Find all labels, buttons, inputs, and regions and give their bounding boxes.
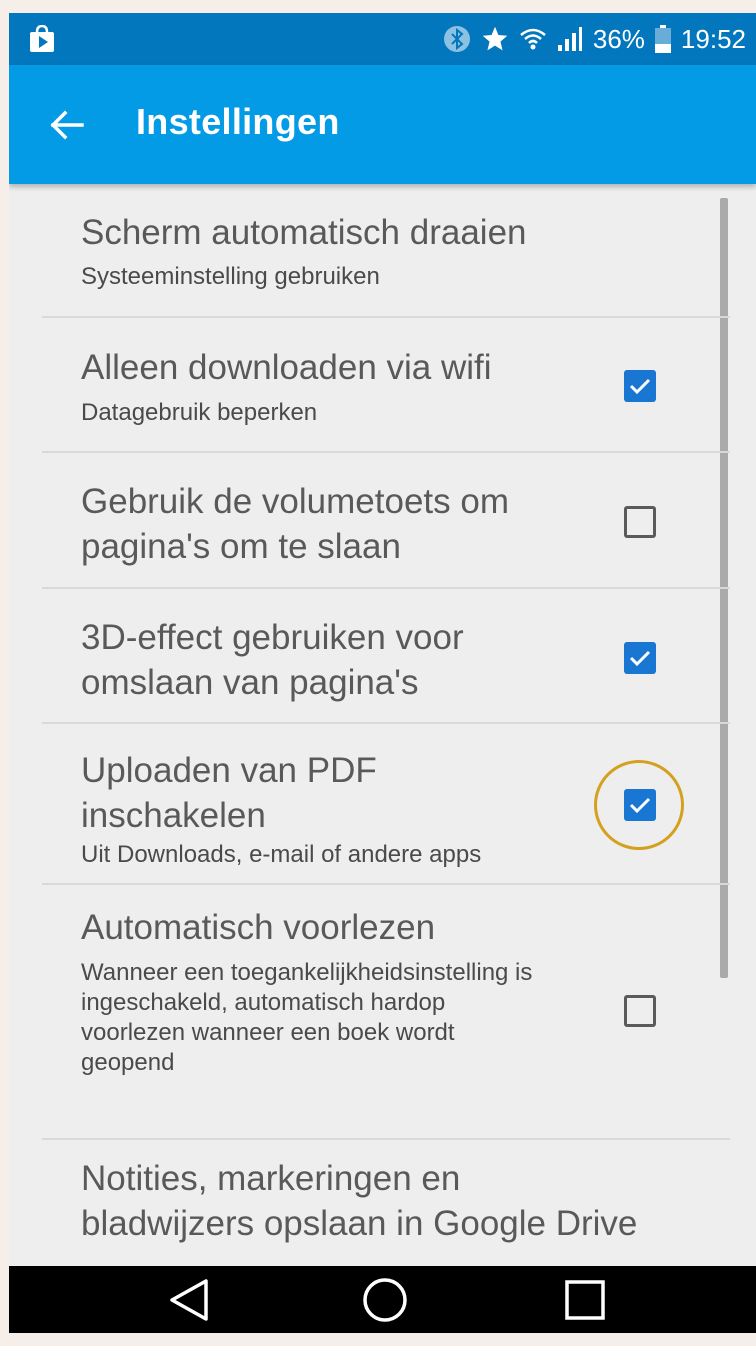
checkmark-icon xyxy=(629,378,651,395)
setting-title: Automatisch voorlezen xyxy=(81,908,436,947)
app-bar: Instellingen xyxy=(9,65,756,184)
setting-3d-effect[interactable]: 3D-effect gebruiken voor omslaan van pag… xyxy=(42,589,730,724)
setting-title: Alleen downloaden via wifi xyxy=(81,348,492,387)
battery-icon xyxy=(654,25,671,53)
status-bar: 36% 19:52 xyxy=(9,13,756,65)
setting-download-wifi[interactable]: Alleen downloaden via wifi Datagebruik b… xyxy=(42,318,730,453)
phone-screen: 36% 19:52 Instellingen Scherm automatisc… xyxy=(9,13,756,1333)
checkmark-icon xyxy=(629,797,651,814)
settings-list: Scherm automatisch draaien Systeeminstel… xyxy=(9,184,756,1266)
setting-auto-rotate[interactable]: Scherm automatisch draaien Systeeminstel… xyxy=(42,184,730,318)
checkbox-auto-read[interactable] xyxy=(624,995,656,1027)
star-icon xyxy=(481,25,509,53)
back-arrow-icon[interactable] xyxy=(45,103,89,147)
setting-pdf-upload[interactable]: Uploaden van PDF inschakelen Uit Downloa… xyxy=(42,724,730,885)
setting-subtitle: Uit Downloads, e-mail of andere apps xyxy=(81,841,482,868)
play-store-icon xyxy=(29,24,55,53)
nav-back-icon[interactable] xyxy=(161,1274,217,1326)
setting-subtitle: Datagebruik beperken xyxy=(81,399,318,426)
battery-percentage: 36% xyxy=(592,23,645,54)
page-title: Instellingen xyxy=(136,101,340,142)
bluetooth-icon xyxy=(443,25,471,53)
setting-title: Scherm automatisch draaien xyxy=(81,213,527,252)
setting-volume-keys[interactable]: Gebruik de volumetoets om pagina's om te… xyxy=(42,453,730,589)
checkbox-pdf-upload[interactable] xyxy=(624,789,656,821)
wifi-icon xyxy=(519,27,547,51)
clock: 19:52 xyxy=(680,23,746,54)
setting-title: Notities, markeringen en bladwijzers ops… xyxy=(81,1159,638,1243)
nav-recents-icon[interactable] xyxy=(557,1274,613,1326)
checkbox-3d-effect[interactable] xyxy=(624,642,656,674)
checkbox-download-wifi[interactable] xyxy=(624,370,656,402)
setting-auto-read[interactable]: Automatisch voorlezen Wanneer een toegan… xyxy=(42,885,730,1140)
setting-title: 3D-effect gebruiken voor omslaan van pag… xyxy=(81,618,464,702)
setting-title: Gebruik de volumetoets om pagina's om te… xyxy=(81,482,509,566)
setting-title: Uploaden van PDF inschakelen xyxy=(81,751,377,835)
nav-home-icon[interactable] xyxy=(357,1274,413,1326)
signal-icon xyxy=(557,26,583,52)
setting-save-drive[interactable]: Notities, markeringen en bladwijzers ops… xyxy=(42,1140,730,1266)
checkbox-volume-keys[interactable] xyxy=(624,506,656,538)
setting-subtitle: Wanneer een toegankelijkheidsinstelling … xyxy=(81,959,533,1076)
navigation-bar xyxy=(9,1266,756,1333)
setting-subtitle: Systeeminstelling gebruiken xyxy=(81,263,380,290)
checkmark-icon xyxy=(629,650,651,667)
